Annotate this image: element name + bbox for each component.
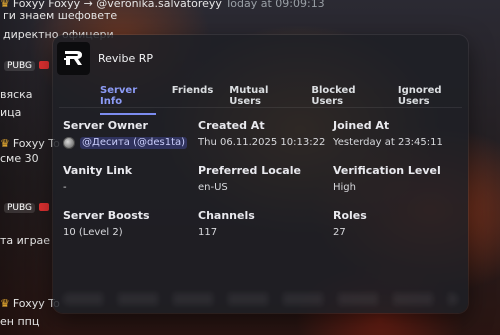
crown-icon: ♛ <box>0 297 10 310</box>
flag-icon <box>39 61 50 69</box>
joined-at-field: Joined At Yesterday at 23:45:11 <box>333 119 467 149</box>
info-row: Server Boosts 10 (Level 2) Channels 117 … <box>63 209 463 254</box>
chat-line: та играе <box>0 234 51 247</box>
server-owner-field: Server Owner @Десита (@des1ta) <box>63 119 197 149</box>
chat-line: вяска <box>0 88 33 101</box>
channels-value: 117 <box>198 227 218 238</box>
chat-line: PUBG <box>4 200 50 213</box>
server-owner-label: Server Owner <box>63 119 148 132</box>
chat-line: PUBG <box>4 58 50 71</box>
chat-line: ги знаем шефовете <box>3 9 118 22</box>
game-tag: PUBG <box>4 61 36 71</box>
chat-line: ен ппц <box>0 315 40 328</box>
tab-mutual-users[interactable]: Mutual Users <box>229 85 295 115</box>
chat-line: ♛ Foxyy To <box>0 297 60 310</box>
server-info-modal: Revibe RP Server Info Friends Mutual Use… <box>53 35 468 313</box>
joined-at-label: Joined At <box>333 119 390 132</box>
preferred-locale-label: Preferred Locale <box>198 164 301 177</box>
tab-bar: Server Info Friends Mutual Users Blocked… <box>100 85 468 115</box>
joined-at-value: Yesterday at 23:45:11 <box>333 137 443 148</box>
owner-mention[interactable]: @Десита (@des1ta) <box>80 137 188 149</box>
created-at-label: Created At <box>198 119 265 132</box>
verification-level-label: Verification Level <box>333 164 441 177</box>
chat-line: ♛ Foxyy To <box>0 137 60 150</box>
tab-ignored-users[interactable]: Ignored Users <box>398 85 468 115</box>
vanity-link-value: - <box>63 182 67 193</box>
server-boosts-value: 10 (Level 2) <box>63 227 123 238</box>
info-row: Server Owner @Десита (@des1ta) Created A… <box>63 119 463 164</box>
game-tag: PUBG <box>4 203 36 213</box>
channels-label: Channels <box>198 209 255 222</box>
chat-line: ица <box>0 106 22 119</box>
vanity-link-label: Vanity Link <box>63 164 133 177</box>
tab-server-info[interactable]: Server Info <box>100 85 156 115</box>
preferred-locale-value: en-US <box>198 182 228 193</box>
server-info-grid: Server Owner @Десита (@des1ta) Created A… <box>63 119 463 254</box>
vanity-link-field: Vanity Link - <box>63 164 197 194</box>
created-at-value: Thu 06.11.2025 10:13:22 <box>198 137 326 148</box>
roles-label: Roles <box>333 209 367 222</box>
chat-line: сме 30 <box>0 152 39 165</box>
blurred-content <box>63 293 458 305</box>
verification-level-value: High <box>333 182 356 193</box>
modal-header: Revibe RP <box>57 39 464 77</box>
info-row: Vanity Link - Preferred Locale en-US Ver… <box>63 164 463 209</box>
server-boosts-label: Server Boosts <box>63 209 150 222</box>
background-shadow <box>0 0 60 335</box>
flag-icon <box>39 203 50 211</box>
created-at-field: Created At Thu 06.11.2025 10:13:22 <box>198 119 332 149</box>
roles-value: 27 <box>333 227 346 238</box>
tab-blocked-users[interactable]: Blocked Users <box>311 85 382 115</box>
preferred-locale-field: Preferred Locale en-US <box>198 164 332 194</box>
channels-field: Channels 117 <box>198 209 332 239</box>
verification-level-field: Verification Level High <box>333 164 467 194</box>
server-boosts-field: Server Boosts 10 (Level 2) <box>63 209 197 239</box>
tabs-divider <box>59 107 462 108</box>
tab-friends[interactable]: Friends <box>172 85 214 115</box>
server-owner-value: @Десита (@des1ta) <box>63 137 197 149</box>
avatar <box>63 137 75 149</box>
crown-icon: ♛ <box>0 137 10 150</box>
roles-field: Roles 27 <box>333 209 467 239</box>
revibe-logo-icon <box>57 41 90 75</box>
server-name: Revibe RP <box>98 51 154 65</box>
